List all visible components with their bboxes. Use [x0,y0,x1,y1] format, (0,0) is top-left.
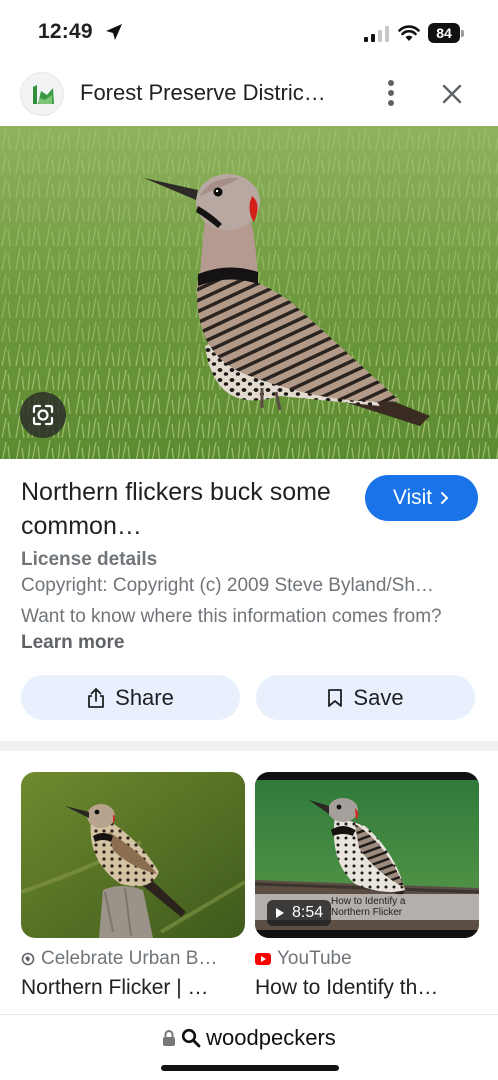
lock-icon [163,1030,176,1046]
bottom-bar: woodpeckers [0,1014,498,1080]
flicker-on-post-image [21,772,245,938]
license-heading: License details [21,549,158,570]
status-bar: 12:49 84 [0,0,498,66]
cellular-signal-icon [364,26,389,42]
northern-flicker-image [0,126,498,459]
save-button[interactable]: Save [256,675,475,720]
share-label: Share [115,684,174,710]
share-button[interactable]: Share [21,675,240,720]
visit-label: Visit [392,486,433,509]
hero-image[interactable] [0,126,498,459]
related-card[interactable]: Celebrate Urban B… Northern Flicker | … [21,772,245,1000]
related-title[interactable]: How to Identify th… [255,976,479,1000]
related-source: YouTube [255,948,479,970]
close-icon[interactable] [436,78,468,110]
info-question: Want to know where this information come… [21,606,442,627]
related-source: Celebrate Urban B… [21,948,245,970]
related-source-name: Celebrate Urban B… [41,948,218,969]
learn-more-link[interactable]: Learn more [21,632,124,653]
related-title[interactable]: Northern Flicker | … [21,976,245,1000]
location-arrow-icon [106,24,122,40]
info-text: Want to know where this information come… [21,604,461,656]
save-label: Save [353,684,404,710]
battery-level: 84 [428,23,460,43]
related-thumbnail[interactable] [21,772,245,938]
battery-indicator: 84 [428,23,464,43]
play-icon [276,908,284,918]
copyright-text: Copyright: Copyright (c) 2009 Steve Byla… [21,575,434,596]
wifi-icon [398,25,420,41]
video-duration: 8:54 [292,904,324,921]
search-query-chip[interactable]: woodpeckers [0,1025,498,1051]
related-card[interactable]: How to Identify a Northern Flicker 8:54 … [255,772,479,1000]
tree-logo-icon [33,85,54,104]
video-caption: How to Identify a Northern Flicker [331,896,406,918]
video-duration-badge: 8:54 [267,900,332,926]
home-indicator [161,1065,339,1071]
section-divider [0,741,498,751]
globe-icon [21,952,35,966]
search-icon [182,1028,201,1048]
site-title[interactable]: Forest Preserve Distric… [80,80,326,106]
visit-button[interactable]: Visit [365,475,478,521]
share-icon [88,687,105,708]
related-source-name: YouTube [277,948,352,969]
youtube-icon [255,953,271,965]
lens-button[interactable] [20,392,66,438]
related-thumbnail[interactable]: How to Identify a Northern Flicker 8:54 [255,772,479,938]
chevron-right-icon [441,492,449,504]
google-lens-icon [32,404,54,426]
site-logo[interactable] [20,72,64,116]
result-title[interactable]: Northern flickers buck some common… [21,475,351,543]
status-time: 12:49 [38,20,93,43]
page-header: Forest Preserve Distric… [0,66,498,126]
search-query: woodpeckers [206,1025,336,1050]
more-vert-icon [388,80,394,86]
bookmark-icon [328,688,343,707]
more-options-button[interactable] [378,76,404,110]
